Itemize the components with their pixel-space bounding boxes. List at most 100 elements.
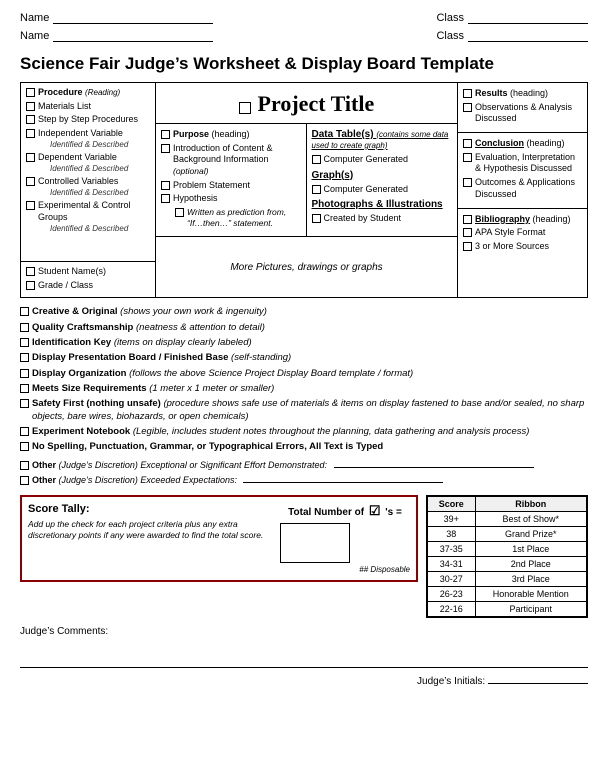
results-heading: Results <box>475 88 508 98</box>
grade-class-checkbox[interactable] <box>26 281 35 290</box>
controlled-label: Controlled VariablesIdentified & Describ… <box>38 176 128 198</box>
step-by-step-checkbox[interactable] <box>26 115 35 124</box>
hypothesis-checkbox[interactable] <box>161 194 170 203</box>
conclusion-reading: (heading) <box>527 138 565 148</box>
ribbon-value: Participant <box>475 602 586 617</box>
display-org-checkbox[interactable] <box>20 369 29 378</box>
name-line-2 <box>53 28 213 42</box>
materials-checkbox[interactable] <box>26 102 35 111</box>
header-row-1: Name Class <box>20 10 588 24</box>
id-key-item: Identification Key (items on display cle… <box>20 337 588 349</box>
class-line-2 <box>468 28 588 42</box>
independent-variable-item: Independent VariableIdentified & Describ… <box>26 128 150 150</box>
student-section: Student Name(s) Grade / Class <box>21 262 155 297</box>
judges-initials-line <box>488 683 588 684</box>
project-title-checkbox[interactable] <box>239 102 251 114</box>
other1-line <box>334 467 534 468</box>
score-value: 34-31 <box>428 557 476 572</box>
spelling-label: No Spelling, Punctuation, Grammar, or Ty… <box>32 441 383 453</box>
photos-student-label: Created by Student <box>324 213 402 225</box>
bibliography-checkbox[interactable] <box>463 215 472 224</box>
conclusion-heading: Conclusion <box>475 138 524 148</box>
notebook-checkbox[interactable] <box>20 427 29 436</box>
total-area: Total Number of ☑ 's = ## Disposable <box>280 503 410 574</box>
computer-gen-label: Computer Generated <box>324 154 409 166</box>
problem-statement-item: Problem Statement <box>161 180 301 192</box>
experimental-checkbox[interactable] <box>26 201 35 210</box>
student-name-item: Student Name(s) <box>26 266 150 278</box>
class-field-2: Class <box>436 28 588 42</box>
size-req-label: Meets Size Requirements (1 meter x 1 met… <box>32 383 274 395</box>
grade-class-label: Grade / Class <box>38 280 93 292</box>
results-checkbox[interactable] <box>463 89 472 98</box>
craftsmanship-checkbox[interactable] <box>20 323 29 332</box>
dependent-label: Dependent VariableIdentified & Described <box>38 152 128 174</box>
spelling-checkbox[interactable] <box>20 442 29 451</box>
bibliography-reading: (heading) <box>533 214 571 224</box>
safety-label: Safety First (nothing unsafe) (procedure… <box>32 398 588 423</box>
graphs-computer-checkbox[interactable] <box>312 185 321 194</box>
other2-item: Other (Judge’s Discretion) Exceeded Expe… <box>20 475 588 487</box>
bibliography-section: Bibliography (heading) APA Style Format … <box>458 209 587 260</box>
hypothesis-note-checkbox[interactable] <box>175 208 184 217</box>
evaluation-checkbox[interactable] <box>463 153 472 162</box>
table-row: 22-16Participant <box>428 602 587 617</box>
results-heading-item: Results (heading) <box>463 88 582 100</box>
outcomes-item: Outcomes & Applications Discussed <box>463 177 582 200</box>
size-req-checkbox[interactable] <box>20 384 29 393</box>
purpose-checkbox[interactable] <box>161 130 170 139</box>
sources-checkbox[interactable] <box>463 242 472 251</box>
sources-label: 3 or More Sources <box>475 241 549 253</box>
observations-checkbox[interactable] <box>463 103 472 112</box>
display-board-checkbox[interactable] <box>20 353 29 362</box>
class-label-2: Class <box>436 30 464 42</box>
intro-label: Introduction of Content & Background Inf… <box>173 143 301 178</box>
craftsmanship-label: Quality Craftsmanship (neatness & attent… <box>32 322 265 334</box>
name-line-1 <box>53 10 213 24</box>
procedures-checkbox[interactable] <box>26 88 35 97</box>
creative-item: Creative & Original (shows your own work… <box>20 306 588 318</box>
table-row: 38Grand Prize* <box>428 527 587 542</box>
computer-gen-checkbox[interactable] <box>312 155 321 164</box>
class-label-1: Class <box>436 12 464 24</box>
photos-student-checkbox[interactable] <box>312 214 321 223</box>
id-key-checkbox[interactable] <box>20 338 29 347</box>
conclusion-checkbox[interactable] <box>463 139 472 148</box>
checklist-section: Creative & Original (shows your own work… <box>20 306 588 453</box>
data-section: Data Table(s) (contains some data used t… <box>307 124 458 236</box>
independent-checkbox[interactable] <box>26 129 35 138</box>
intro-checkbox[interactable] <box>161 144 170 153</box>
safety-item: Safety First (nothing unsafe) (procedure… <box>20 398 588 423</box>
experimental-item: Experimental & Control GroupsIdentified … <box>26 200 150 234</box>
controlled-checkbox[interactable] <box>26 177 35 186</box>
total-score-box[interactable] <box>280 523 350 563</box>
name-label-1: Name <box>20 12 49 24</box>
table-row: 30-273rd Place <box>428 572 587 587</box>
other1-label: Other (Judge’s Discretion) Exceptional o… <box>32 460 534 472</box>
other2-label: Other (Judge’s Discretion) Exceeded Expe… <box>32 475 443 487</box>
materials-label: Materials List <box>38 101 91 113</box>
other1-checkbox[interactable] <box>20 461 29 470</box>
results-section: Results (heading) Observations & Analysi… <box>458 83 587 133</box>
independent-label: Independent VariableIdentified & Describ… <box>38 128 128 150</box>
intro-item: Introduction of Content & Background Inf… <box>161 143 301 178</box>
safety-checkbox[interactable] <box>20 399 29 408</box>
student-name-checkbox[interactable] <box>26 267 35 276</box>
outcomes-label: Outcomes & Applications Discussed <box>475 177 582 200</box>
outcomes-checkbox[interactable] <box>463 178 472 187</box>
problem-checkbox[interactable] <box>161 181 170 190</box>
other2-line <box>243 482 443 483</box>
creative-checkbox[interactable] <box>20 307 29 316</box>
graphs-label: Graph(s) <box>312 170 354 181</box>
ribbon-value: Honorable Mention <box>475 587 586 602</box>
ribbon-value: 2nd Place <box>475 557 586 572</box>
other2-checkbox[interactable] <box>20 476 29 485</box>
graphs-computer-label: Computer Generated <box>324 184 409 196</box>
judges-comments: Judge’s Comments: <box>20 626 588 668</box>
dependent-checkbox[interactable] <box>26 153 35 162</box>
score-value: 37-35 <box>428 542 476 557</box>
procedures-title: Procedure (Reading) <box>26 87 150 99</box>
ribbon-value: Best of Show* <box>475 512 586 527</box>
sources-item: 3 or More Sources <box>463 241 582 253</box>
apa-checkbox[interactable] <box>463 228 472 237</box>
